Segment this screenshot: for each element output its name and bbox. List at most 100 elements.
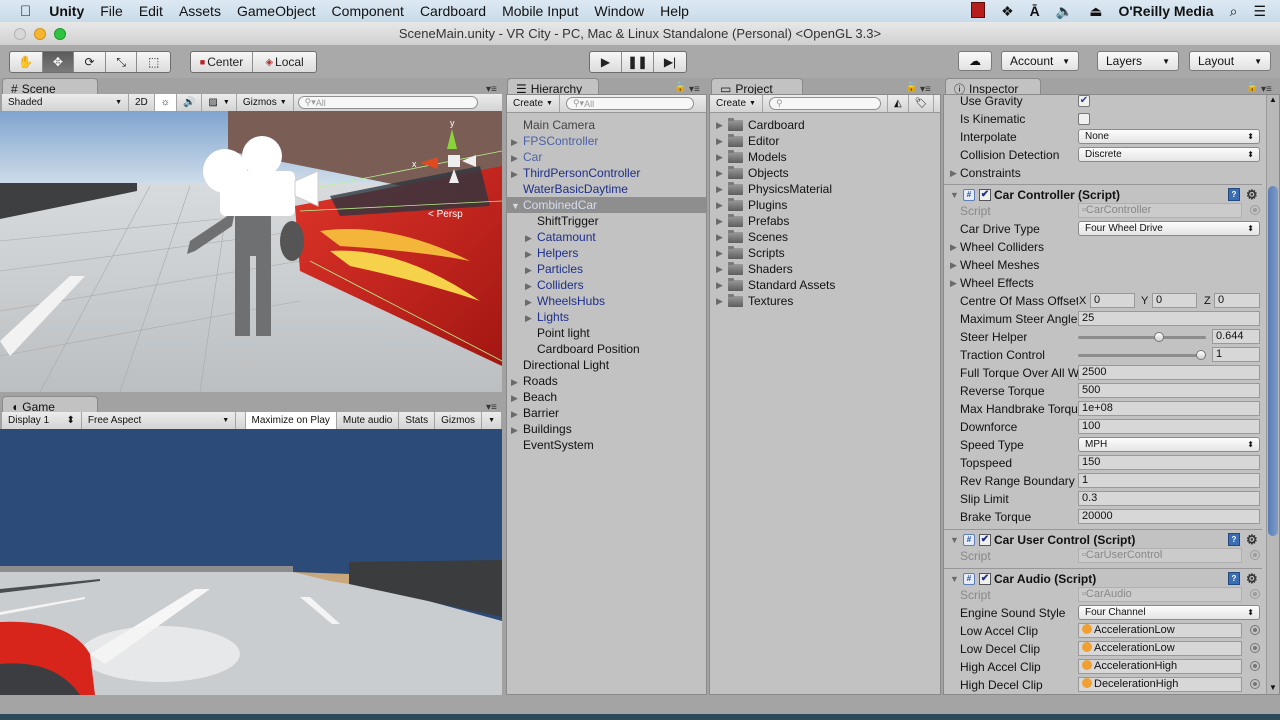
triangle-right-icon[interactable]: ▶ [511,150,523,166]
minimize-window-button[interactable] [34,28,46,40]
toggle-2d-button[interactable]: 2D [129,94,155,111]
menu-mobile-input[interactable]: Mobile Input [494,3,586,19]
brake-torque-field[interactable]: 20000 [1078,509,1260,524]
display-dropdown[interactable]: Display 1 ⬍ [2,412,82,429]
topspeed-field[interactable]: 150 [1078,455,1260,470]
project-folder-item[interactable]: ▶ Prefabs [716,213,789,229]
game-gizmos-dropdown[interactable]: ▼ [482,412,502,429]
layout-dropdown[interactable]: Layout ▼ [1189,51,1271,71]
rect-tool-icon[interactable]: ⬚ [137,52,170,72]
filter-by-label-button[interactable]: 🏷 [909,95,935,112]
adobe-icon[interactable]: Ā [1022,3,1048,19]
object-picker-icon[interactable] [1250,625,1260,635]
filter-by-type-button[interactable]: ◭ [886,95,909,112]
menu-gameobject[interactable]: GameObject [229,3,324,19]
user-name[interactable]: O'Reilly Media [1110,3,1221,19]
aspect-dropdown[interactable]: Free Aspect ▼ [82,412,237,429]
car-audio-header[interactable]: ▼ # ✔ Car Audio (Script) ? ⚙ [944,568,1262,588]
triangle-right-icon[interactable]: ▶ [716,117,728,133]
hierarchy-create-dropdown[interactable]: Create ▼ [507,95,560,112]
speed-type-dropdown[interactable]: MPH ⬍ [1078,437,1260,452]
project-folder-item[interactable]: ▶ Models [716,149,787,165]
triangle-right-icon[interactable]: ▶ [716,213,728,229]
project-folder-item[interactable]: ▶ Plugins [716,197,787,213]
com-z-field[interactable]: 0 [1214,293,1260,308]
menu-window[interactable]: Window [586,3,652,19]
hierarchy-item[interactable]: Cardboard Position [507,341,706,357]
triangle-right-icon[interactable]: ▶ [525,230,537,246]
traction-control-slider[interactable] [1078,350,1206,360]
car-controller-header[interactable]: ▼ # ✔ Car Controller (Script) ? ⚙ [944,184,1262,204]
maximize-on-play-toggle[interactable]: Maximize on Play [245,412,337,429]
project-search-input[interactable]: ⚲ [768,97,881,110]
scene-lighting-toggle[interactable]: ☼ [154,94,177,111]
wheel-effects-foldout[interactable]: ▶ Wheel Effects [944,274,1262,292]
menu-assets[interactable]: Assets [171,3,229,19]
scene-effects-dropdown[interactable]: ▨ ▼ [202,94,237,111]
triangle-right-icon[interactable]: ▶ [525,310,537,326]
menu-help[interactable]: Help [652,3,697,19]
full-torque-field[interactable]: 2500 [1078,365,1260,380]
layers-dropdown[interactable]: Layers ▼ [1097,51,1179,71]
object-picker-icon[interactable] [1250,679,1260,689]
triangle-right-icon[interactable]: ▶ [716,149,728,165]
car-audio-enabled-checkbox[interactable]: ✔ [979,573,991,585]
scroll-down-icon[interactable]: ▼ [1269,683,1277,692]
menu-cardboard[interactable]: Cardboard [412,3,494,19]
help-book-icon[interactable]: ? [1228,572,1240,585]
project-folder-item[interactable]: ▶ PhysicsMaterial [716,181,832,197]
hierarchy-item[interactable]: ▶ Car [507,149,706,165]
hierarchy-item[interactable]: ▶ Helpers [507,245,706,261]
projection-label[interactable]: < Persp [428,209,463,220]
hierarchy-item[interactable]: ▶ ThirdPersonController [507,165,706,181]
dropbox-icon[interactable]: ❖ [993,3,1022,20]
menu-app-name[interactable]: Unity [41,3,92,19]
step-button[interactable]: ▶| [654,52,686,72]
downforce-field[interactable]: 100 [1078,419,1260,434]
scale-tool-icon[interactable]: ⤡ [106,52,138,72]
triangle-right-icon[interactable]: ▶ [716,245,728,261]
move-tool-icon[interactable]: ✥ [42,52,75,72]
spotlight-search-icon[interactable]: ⌕ [1222,3,1246,20]
hierarchy-item[interactable]: Directional Light [507,357,706,373]
triangle-right-icon[interactable]: ▶ [511,374,523,390]
project-folder-item[interactable]: ▶ Editor [716,133,779,149]
is-kinematic-checkbox[interactable] [1078,113,1090,125]
project-folder-item[interactable]: ▶ Scripts [716,245,785,261]
hierarchy-item[interactable]: ▶ Barrier [507,405,706,421]
engine-sound-style-dropdown[interactable]: Four Channel ⬍ [1078,605,1260,620]
screen-recorder-icon[interactable] [963,1,993,21]
help-book-icon[interactable]: ? [1228,188,1240,201]
car-user-control-header[interactable]: ▼ # ✔ Car User Control (Script) ? ⚙ [944,529,1262,549]
notification-center-icon[interactable]: ☰ [1245,3,1280,20]
menu-edit[interactable]: Edit [131,3,171,19]
max-handbrake-torque-field[interactable]: 1e+08 [1078,401,1260,416]
pivot-local-button[interactable]: ◈ Local [253,52,316,72]
menu-component[interactable]: Component [324,3,412,19]
eject-icon[interactable]: ⏏ [1081,3,1110,20]
scrollbar-thumb[interactable] [1268,186,1278,537]
project-folder-item[interactable]: ▶ Textures [716,293,793,309]
triangle-right-icon[interactable]: ▶ [716,229,728,245]
account-dropdown[interactable]: Account ▼ [1001,51,1079,71]
scene-viewport[interactable]: y x < Persp [0,111,502,392]
project-lock-icon[interactable]: 🔒 [905,82,917,93]
scene-search-input[interactable]: ⚲▾ All [297,96,478,109]
volume-icon[interactable]: 🔈 [1048,3,1081,20]
project-create-dropdown[interactable]: Create ▼ [710,95,763,112]
project-folder-item[interactable]: ▶ Standard Assets [716,277,835,293]
triangle-right-icon[interactable]: ▶ [525,278,537,294]
inspector-lock-icon[interactable]: 🔓 [1246,82,1258,93]
shading-mode-dropdown[interactable]: Shaded ▼ [2,94,129,111]
scene-gizmos-dropdown[interactable]: Gizmos ▼ [237,94,294,111]
triangle-right-icon[interactable]: ▶ [511,390,523,406]
traction-control-field[interactable]: 1 [1212,347,1260,362]
triangle-right-icon[interactable]: ▶ [525,294,537,310]
hierarchy-item[interactable]: ▶ Lights [507,309,706,325]
low-decel-clip-field[interactable]: AccelerationLow [1078,641,1242,656]
triangle-down-icon[interactable]: ▼ [511,198,523,214]
hierarchy-lock-icon[interactable]: 🔒 [674,82,686,93]
hierarchy-item[interactable]: EventSystem [507,437,706,453]
triangle-right-icon[interactable]: ▶ [511,134,523,150]
hierarchy-search-input[interactable]: ⚲▾ All [565,97,694,110]
